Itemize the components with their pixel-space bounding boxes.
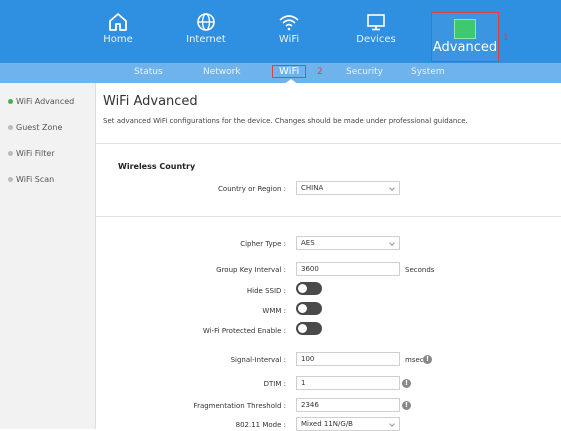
nav-wifi[interactable]: WiFi <box>249 6 329 58</box>
page-title: WiFi Advanced <box>103 94 198 109</box>
nav-advanced[interactable]: Advanced <box>431 12 499 62</box>
sub-navigation: Status Network WiFi Security System <box>0 63 561 83</box>
nav-wifi-label: WiFi <box>278 34 300 45</box>
page-description: Set advanced WiFi configurations for the… <box>103 117 468 125</box>
wmm-toggle[interactable] <box>296 302 322 315</box>
subnav-network[interactable]: Network <box>203 67 241 77</box>
globe-icon <box>197 13 215 31</box>
country-label: Country or Region : <box>218 185 286 193</box>
wps-enable-label: Wi-Fi Protected Enable : <box>202 327 286 335</box>
sidebar-item-label: WiFi Advanced <box>16 97 75 106</box>
subnav-status[interactable]: Status <box>134 67 163 77</box>
active-dot-icon <box>8 99 13 104</box>
sidebar-item-guest-zone[interactable]: Guest Zone <box>8 123 62 132</box>
dtim-label: DTIM : <box>263 380 286 388</box>
nav-devices[interactable]: Devices <box>336 6 416 58</box>
subnav-security[interactable]: Security <box>346 67 383 77</box>
group-key-interval-label: Group Key Interval : <box>216 266 286 274</box>
section-title-wireless-country: Wireless Country <box>118 162 196 171</box>
top-navigation: Home Internet WiFi Devices Advanced 1 <box>0 0 561 63</box>
info-icon[interactable]: ! <box>402 401 411 410</box>
nav-home[interactable]: Home <box>78 6 158 58</box>
hide-ssid-toggle[interactable] <box>296 282 322 295</box>
dtim-input[interactable]: 1 <box>296 376 400 390</box>
info-icon[interactable]: ! <box>402 379 411 388</box>
home-icon <box>109 13 127 31</box>
group-key-interval-input[interactable]: 3600 <box>296 262 400 276</box>
subnav-system[interactable]: System <box>411 67 445 77</box>
devices-icon <box>367 14 385 31</box>
active-tab-indicator <box>283 79 299 85</box>
info-icon[interactable]: ! <box>423 355 432 364</box>
dot-icon <box>8 151 13 156</box>
group-key-unit: Seconds <box>405 266 435 274</box>
signal-interval-unit: msec <box>405 356 424 364</box>
divider <box>96 216 561 217</box>
mode-label: 802.11 Mode : <box>235 421 286 429</box>
sidebar-item-wifi-scan[interactable]: WiFi Scan <box>8 175 54 184</box>
sidebar-item-label: Guest Zone <box>16 123 63 132</box>
nav-devices-label: Devices <box>356 34 396 45</box>
sidebar: WiFi Advanced Guest Zone WiFi Filter WiF… <box>0 83 96 429</box>
fragmentation-threshold-input[interactable]: 2346 <box>296 398 400 412</box>
dot-icon <box>8 177 13 182</box>
sidebar-item-label: WiFi Filter <box>16 149 55 158</box>
nav-advanced-label: Advanced <box>432 40 498 55</box>
nav-home-label: Home <box>103 34 133 45</box>
signal-interval-input[interactable]: 100 <box>296 352 400 366</box>
wifi-icon <box>279 15 299 31</box>
nav-internet[interactable]: Internet <box>166 6 246 58</box>
dot-icon <box>8 125 13 130</box>
country-select[interactable]: CHINA <box>296 181 400 195</box>
signal-interval-label: Signal-Interval : <box>230 356 286 364</box>
hide-ssid-label: Hide SSID : <box>246 287 286 295</box>
fragmentation-threshold-label: Fragmentation Threshold : <box>193 402 286 410</box>
callout-number-1: 1 <box>503 33 509 43</box>
cipher-type-select[interactable]: AES <box>296 236 400 250</box>
callout-number-2: 2 <box>317 67 323 77</box>
nav-internet-label: Internet <box>186 34 226 45</box>
advanced-icon <box>454 19 476 39</box>
cipher-type-label: Cipher Type : <box>240 240 286 248</box>
wmm-label: WMM : <box>262 307 286 315</box>
divider <box>96 143 561 144</box>
wps-enable-toggle[interactable] <box>296 322 322 335</box>
sidebar-item-wifi-filter[interactable]: WiFi Filter <box>8 149 55 158</box>
sidebar-item-wifi-advanced[interactable]: WiFi Advanced <box>8 97 74 106</box>
sidebar-item-label: WiFi Scan <box>16 175 55 184</box>
subnav-wifi[interactable]: WiFi <box>272 65 307 78</box>
